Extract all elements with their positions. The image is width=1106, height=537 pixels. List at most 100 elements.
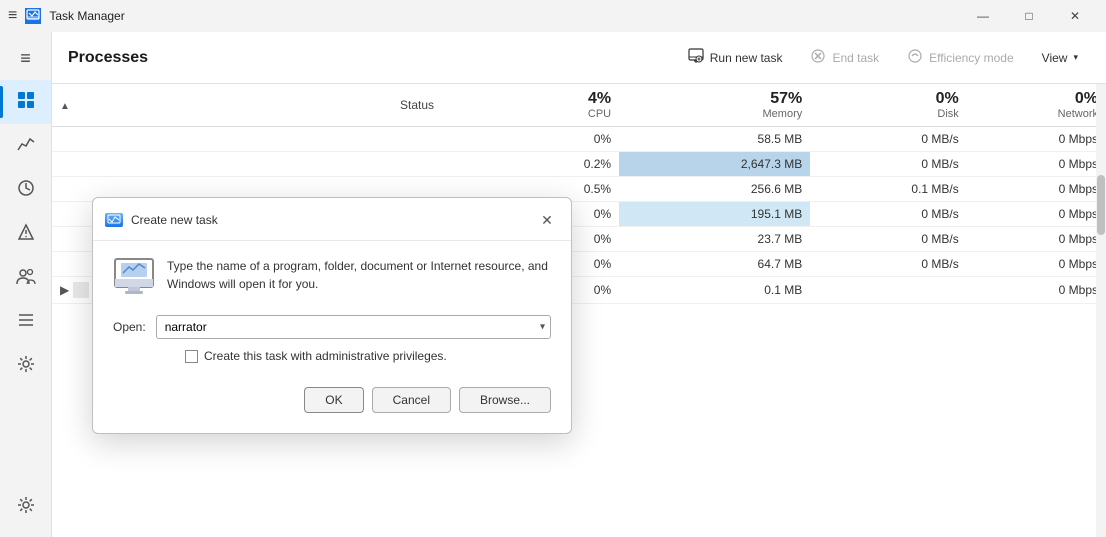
- sidebar: ≡: [0, 32, 52, 537]
- dialog-open-row: Open: ▾: [113, 315, 551, 339]
- sidebar-item-services[interactable]: [0, 344, 51, 388]
- hamburger-icon: ≡: [20, 48, 31, 69]
- dialog-checkbox-row: Create this task with administrative pri…: [185, 349, 551, 363]
- cpu-pct: 4%: [520, 90, 611, 108]
- process-memory: 58.5 MB: [619, 127, 810, 152]
- sidebar-item-users[interactable]: [0, 256, 51, 300]
- table-row[interactable]: 0.2% 2,647.3 MB 0 MB/s 0 Mbps: [52, 152, 1106, 177]
- run-new-task-button[interactable]: Run new task: [676, 42, 795, 73]
- scrollbar-track[interactable]: [1096, 84, 1106, 537]
- sidebar-item-performance[interactable]: [0, 124, 51, 168]
- scrollbar-thumb[interactable]: [1097, 175, 1105, 235]
- sidebar-item-processes[interactable]: [0, 80, 51, 124]
- process-name: [52, 152, 392, 177]
- dialog-info-row: Type the name of a program, folder, docu…: [113, 257, 551, 299]
- close-button[interactable]: ✕: [1052, 0, 1098, 32]
- process-network: 0 Mbps: [967, 202, 1106, 227]
- memory-label: Memory: [627, 108, 802, 120]
- process-network: 0 Mbps: [967, 152, 1106, 177]
- title-bar: ≡ Task Manager — □ ✕: [0, 0, 1106, 32]
- run-task-icon: [688, 48, 704, 67]
- memory-pct: 57%: [627, 90, 802, 108]
- end-task-button[interactable]: End task: [798, 42, 891, 73]
- users-icon: [16, 266, 36, 291]
- process-disk: 0 MB/s: [810, 127, 967, 152]
- process-disk: 0.1 MB/s: [810, 177, 967, 202]
- process-disk: 0 MB/s: [810, 252, 967, 277]
- performance-icon: [16, 134, 36, 159]
- app-title: Task Manager: [49, 9, 952, 23]
- services-icon: [16, 354, 36, 379]
- sidebar-item-settings[interactable]: [0, 485, 51, 529]
- col-header-status[interactable]: Status: [392, 84, 512, 127]
- window-controls: — □ ✕: [960, 0, 1098, 32]
- status-label: Status: [400, 98, 434, 112]
- dialog-browse-button[interactable]: Browse...: [459, 387, 551, 413]
- minimize-button[interactable]: —: [960, 0, 1006, 32]
- details-icon: [16, 310, 36, 335]
- disk-pct: 0%: [818, 90, 959, 108]
- process-memory: 0.1 MB: [619, 277, 810, 304]
- view-dropdown-icon: ▾: [1073, 52, 1078, 63]
- table-header-row: ▲ Status 4% CPU 57% Memory: [52, 84, 1106, 127]
- efficiency-mode-label: Efficiency mode: [929, 51, 1014, 65]
- process-network: 0 Mbps: [967, 227, 1106, 252]
- process-status: [392, 152, 512, 177]
- process-memory: 195.1 MB: [619, 202, 810, 227]
- run-new-task-label: Run new task: [710, 51, 783, 65]
- col-header-cpu[interactable]: 4% CPU: [512, 84, 619, 127]
- settings-icon: [16, 495, 36, 520]
- process-network: 0 Mbps: [967, 177, 1106, 202]
- efficiency-mode-button[interactable]: Efficiency mode: [895, 42, 1026, 73]
- process-memory: 2,647.3 MB: [619, 152, 810, 177]
- processes-icon: [16, 90, 36, 115]
- process-disk: 0 MB/s: [810, 227, 967, 252]
- sidebar-item-startup[interactable]: [0, 212, 51, 256]
- dialog-computer-icon: [113, 257, 155, 299]
- cpu-label: CPU: [520, 108, 611, 120]
- process-network: 0 Mbps: [967, 252, 1106, 277]
- process-network: 0 Mbps: [967, 127, 1106, 152]
- end-task-icon: [810, 48, 826, 67]
- dialog-title: Create new task: [131, 213, 527, 227]
- process-status: [392, 127, 512, 152]
- process-network: 0 Mbps: [967, 277, 1106, 304]
- view-button[interactable]: View ▾: [1030, 45, 1090, 71]
- dialog-cancel-button[interactable]: Cancel: [372, 387, 451, 413]
- page-title: Processes: [68, 49, 672, 67]
- process-cpu: 0.2%: [512, 152, 619, 177]
- col-header-name[interactable]: ▲: [52, 84, 392, 127]
- efficiency-icon: [907, 48, 923, 67]
- admin-privileges-label: Create this task with administrative pri…: [204, 349, 447, 363]
- dialog-open-input[interactable]: [156, 315, 551, 339]
- process-cpu: 0%: [512, 127, 619, 152]
- end-task-label: End task: [832, 51, 879, 65]
- dialog-app-icon: [105, 213, 123, 227]
- col-header-memory[interactable]: 57% Memory: [619, 84, 810, 127]
- network-label: Network: [975, 108, 1098, 120]
- dialog-description: Type the name of a program, folder, docu…: [167, 257, 551, 293]
- sidebar-item-hamburger[interactable]: ≡: [0, 36, 51, 80]
- maximize-button[interactable]: □: [1006, 0, 1052, 32]
- dialog-close-button[interactable]: ✕: [535, 208, 559, 232]
- network-pct: 0%: [975, 90, 1098, 108]
- dialog-buttons: OK Cancel Browse...: [113, 379, 551, 417]
- col-header-network[interactable]: 0% Network: [967, 84, 1106, 127]
- sidebar-item-details[interactable]: [0, 300, 51, 344]
- process-disk: [810, 277, 967, 304]
- dialog-ok-button[interactable]: OK: [304, 387, 363, 413]
- dialog-input-container: ▾: [156, 315, 551, 339]
- process-app-icon: [73, 282, 89, 298]
- startup-icon: [16, 222, 36, 247]
- admin-privileges-checkbox[interactable]: [185, 350, 198, 363]
- hamburger-menu-icon[interactable]: ≡: [8, 7, 17, 25]
- process-disk: 0 MB/s: [810, 152, 967, 177]
- table-row[interactable]: 0% 58.5 MB 0 MB/s 0 Mbps: [52, 127, 1106, 152]
- process-memory: 23.7 MB: [619, 227, 810, 252]
- toolbar: Processes Run new task: [52, 32, 1106, 84]
- dialog-titlebar: Create new task ✕: [93, 198, 571, 241]
- app-icon: [25, 8, 41, 24]
- sidebar-item-apphistory[interactable]: [0, 168, 51, 212]
- dialog-body: Type the name of a program, folder, docu…: [93, 241, 571, 433]
- col-header-disk[interactable]: 0% Disk: [810, 84, 967, 127]
